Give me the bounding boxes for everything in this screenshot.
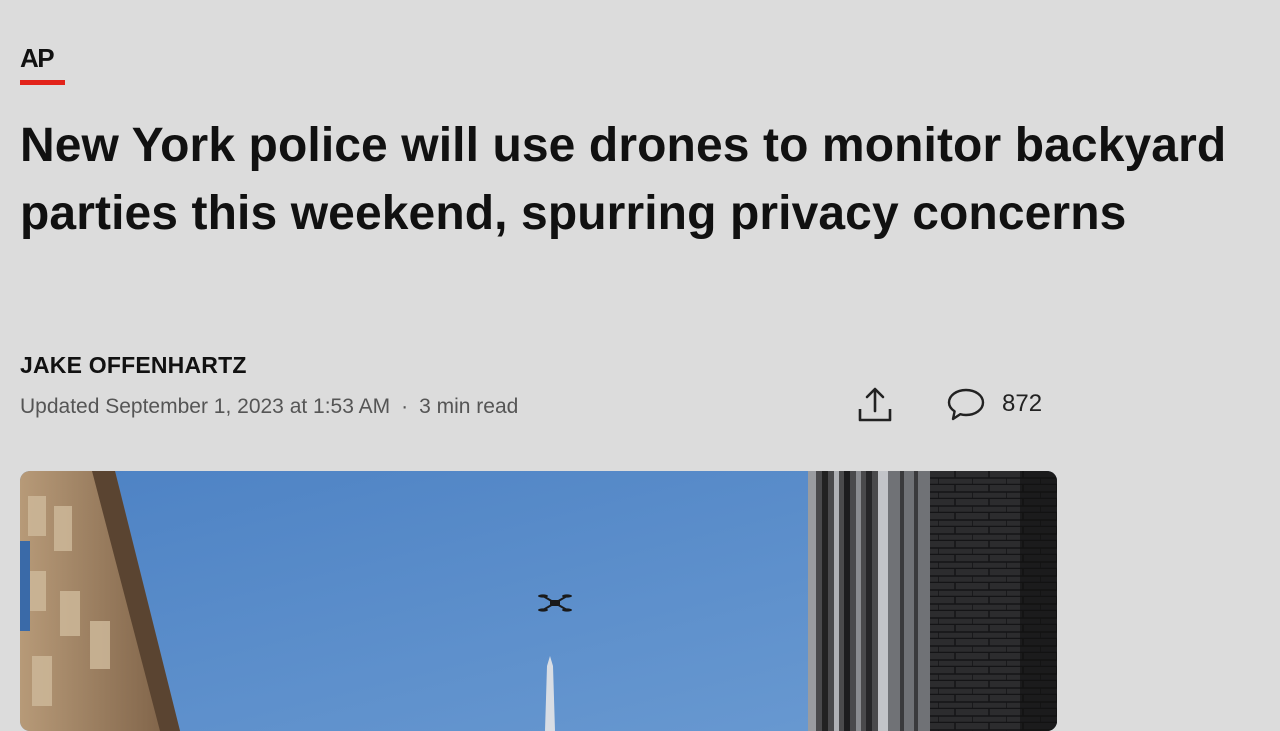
updated-timestamp: Updated September 1, 2023 at 1:53 AM [20,395,391,418]
ap-logo-text: AP [20,43,55,73]
author-name[interactable]: JAKE OFFENHARTZ [20,352,247,379]
right-building [808,471,1057,731]
article-meta: Updated September 1, 2023 at 1:53 AM · 3 m… [20,395,518,419]
comment-icon [947,388,985,421]
share-icon [858,387,892,422]
ap-logo-underline [20,80,65,85]
hero-image[interactable] [20,471,1057,731]
read-time: 3 min read [419,395,519,418]
article-headline: New York police will use drones to monit… [20,119,1227,240]
ap-logo[interactable]: AP [20,44,66,85]
comments-button[interactable]: 872 [946,386,1042,422]
comment-count: 872 [1002,390,1043,417]
meta-separator: · [401,395,409,418]
share-button[interactable] [855,384,895,424]
hero-photo [20,471,1057,731]
